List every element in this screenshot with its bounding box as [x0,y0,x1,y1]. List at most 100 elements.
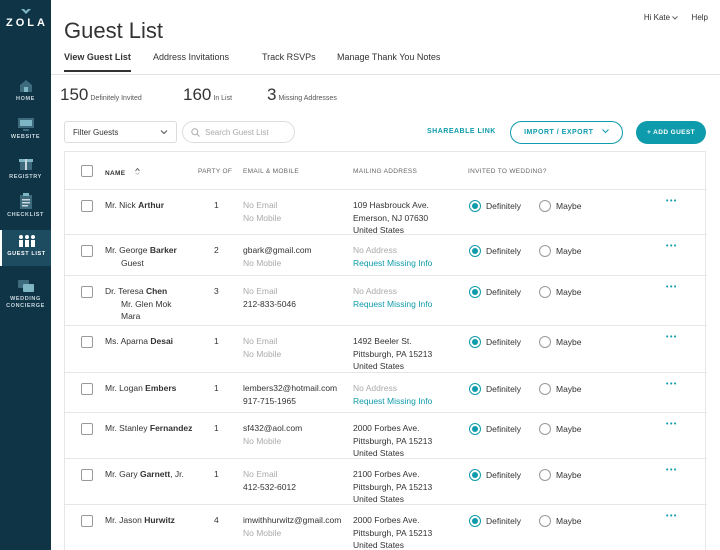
guest-mobile: No Mobile [243,212,282,223]
guest-name[interactable]: Mr. Stanley Fernandez [105,422,192,435]
import-export-button[interactable]: IMPORT / EXPORT [510,121,623,144]
sidebar-item-label: REGISTRY [9,174,42,180]
request-missing-info-link[interactable]: Request Missing Info [353,258,432,268]
guest-last-name: Fernandez [149,423,193,433]
add-guest-button[interactable]: + ADD GUEST [636,121,706,144]
sidebar-item-label: CHECKLIST [7,212,44,218]
guest-name[interactable]: Mr. Logan Embers [105,382,176,395]
guest-name[interactable]: Mr. George Barker Guest [105,244,177,269]
guest-mobile: 212-833-5046 [243,298,296,309]
invited-maybe-radio[interactable] [539,515,551,527]
more-options-icon[interactable]: ••• [666,421,678,428]
more-options-icon[interactable]: ••• [666,243,678,250]
tab-track-rsvps[interactable]: Track RSVPs [262,52,316,70]
guest-last-name: Chen [145,286,168,296]
invited-maybe-radio[interactable] [539,245,551,257]
guest-mobile: 917-715-1965 [243,395,296,406]
select-all-checkbox[interactable] [81,165,93,177]
invited-definitely-radio[interactable] [469,469,481,481]
row-checkbox[interactable] [81,336,93,348]
request-missing-info-link[interactable]: Request Missing Info [353,396,432,406]
help-link[interactable]: Help [692,13,708,22]
guest-mobile: No Mobile [243,257,282,268]
invited-maybe-radio[interactable] [539,469,551,481]
search-input[interactable]: Search Guest List [182,121,295,143]
request-missing-info-link[interactable]: Request Missing Info [353,299,432,309]
invited-definitely-radio[interactable] [469,286,481,298]
tab-view-guest-list[interactable]: View Guest List [64,52,131,72]
address-line: United States [353,494,405,504]
row-checkbox[interactable] [81,245,93,257]
invited-maybe-radio[interactable] [539,336,551,348]
sidebar-item-label: GUEST LIST [7,251,46,257]
invited-maybe-radio[interactable] [539,286,551,298]
row-checkbox[interactable] [81,469,93,481]
sidebar-item-checklist[interactable]: CHECKLIST [0,193,51,219]
row-checkbox[interactable] [81,515,93,527]
user-menu[interactable]: Hi Kate [643,13,679,22]
invited-definitely-radio[interactable] [469,200,481,212]
party-size: 1 [214,200,219,210]
invited-maybe-radio[interactable] [539,423,551,435]
sidebar-item-website[interactable]: WEBSITE [0,117,51,141]
party-size: 1 [214,423,219,433]
column-header-email: EMAIL & MOBILE [243,168,299,175]
filter-guests-select[interactable]: Filter Guests [64,121,177,143]
sidebar-item-registry[interactable]: REGISTRY [0,156,51,181]
search-placeholder: Search Guest List [205,128,269,137]
invited-definitely-radio[interactable] [469,383,481,395]
more-options-icon[interactable]: ••• [666,467,678,474]
guest-name[interactable]: Mr. Gary Garnett, Jr. [105,468,184,481]
column-header-name[interactable]: NAME [105,167,141,177]
row-checkbox[interactable] [81,286,93,298]
tab-manage-thank-you-notes[interactable]: Manage Thank You Notes [337,52,440,70]
tab-address-invitations[interactable]: Address Invitations [153,52,229,70]
greeting: Hi Kate [643,13,671,22]
address-line: United States [353,225,405,235]
more-options-icon[interactable]: ••• [666,381,678,388]
sidebar: ZOLA HOME WEBSITE REGISTRY CHECKLIST GUE… [0,0,51,550]
invited-maybe-label: Maybe [556,337,582,347]
guest-name[interactable]: Dr. Teresa Chen Mr. Glen Mok Mara [105,285,172,323]
invited-definitely-label: Definitely [486,287,521,297]
column-header-address: MAILING ADDRESS [353,168,418,175]
invited-definitely-radio[interactable] [469,515,481,527]
sidebar-item-home[interactable]: HOME [0,78,51,103]
more-options-icon[interactable]: ••• [666,198,678,205]
guest-suffix: , Jr. [170,469,184,479]
email-mobile: No Email 212-833-5046 [243,285,296,310]
sidebar-item-guest-list[interactable]: GUEST LIST [0,230,51,266]
chevron-down-icon [160,130,168,135]
stat-label: Missing Addresses [278,95,337,102]
guest-last-name: Desai [150,336,174,346]
sidebar-item-wedding-concierge[interactable]: WEDDING CONCIERGE [0,279,51,310]
guest-title-first: Mr. Logan [105,383,146,393]
more-options-icon[interactable]: ••• [666,284,678,291]
zola-logo[interactable]: ZOLA [0,8,51,29]
shareable-link[interactable]: SHAREABLE LINK [427,128,496,135]
sidebar-item-label: WEDDING [10,296,41,302]
registry-icon [18,159,33,170]
guest-email: No Email [243,336,278,346]
guest-name[interactable]: Mr. Nick Arthur [105,199,164,212]
invited-maybe-radio[interactable] [539,200,551,212]
invited-definitely-radio[interactable] [469,336,481,348]
guest-last-name: Arthur [138,200,165,210]
row-checkbox[interactable] [81,423,93,435]
invited-maybe-radio[interactable] [539,383,551,395]
guest-mobile: 412-532-6012 [243,481,296,492]
invited-definitely-radio[interactable] [469,423,481,435]
guest-name[interactable]: Mr. Jason Hurwitz [105,514,175,527]
row-checkbox[interactable] [81,383,93,395]
more-options-icon[interactable]: ••• [666,513,678,520]
guest-name[interactable]: Ms. Aparna Desai [105,335,173,348]
invited-definitely-radio[interactable] [469,245,481,257]
guest-last-name: Garnett [139,469,171,479]
mailing-address: No Address Request Missing Info [353,382,432,407]
address-line: 2000 Forbes Ave. [353,423,420,433]
row-checkbox[interactable] [81,200,93,212]
address-line: 2100 Forbes Ave. [353,469,420,479]
table-row: Mr. Nick Arthur 1 No Email No Mobile 109 Has… [65,190,707,235]
invited-maybe-label: Maybe [556,246,582,256]
more-options-icon[interactable]: ••• [666,334,678,341]
